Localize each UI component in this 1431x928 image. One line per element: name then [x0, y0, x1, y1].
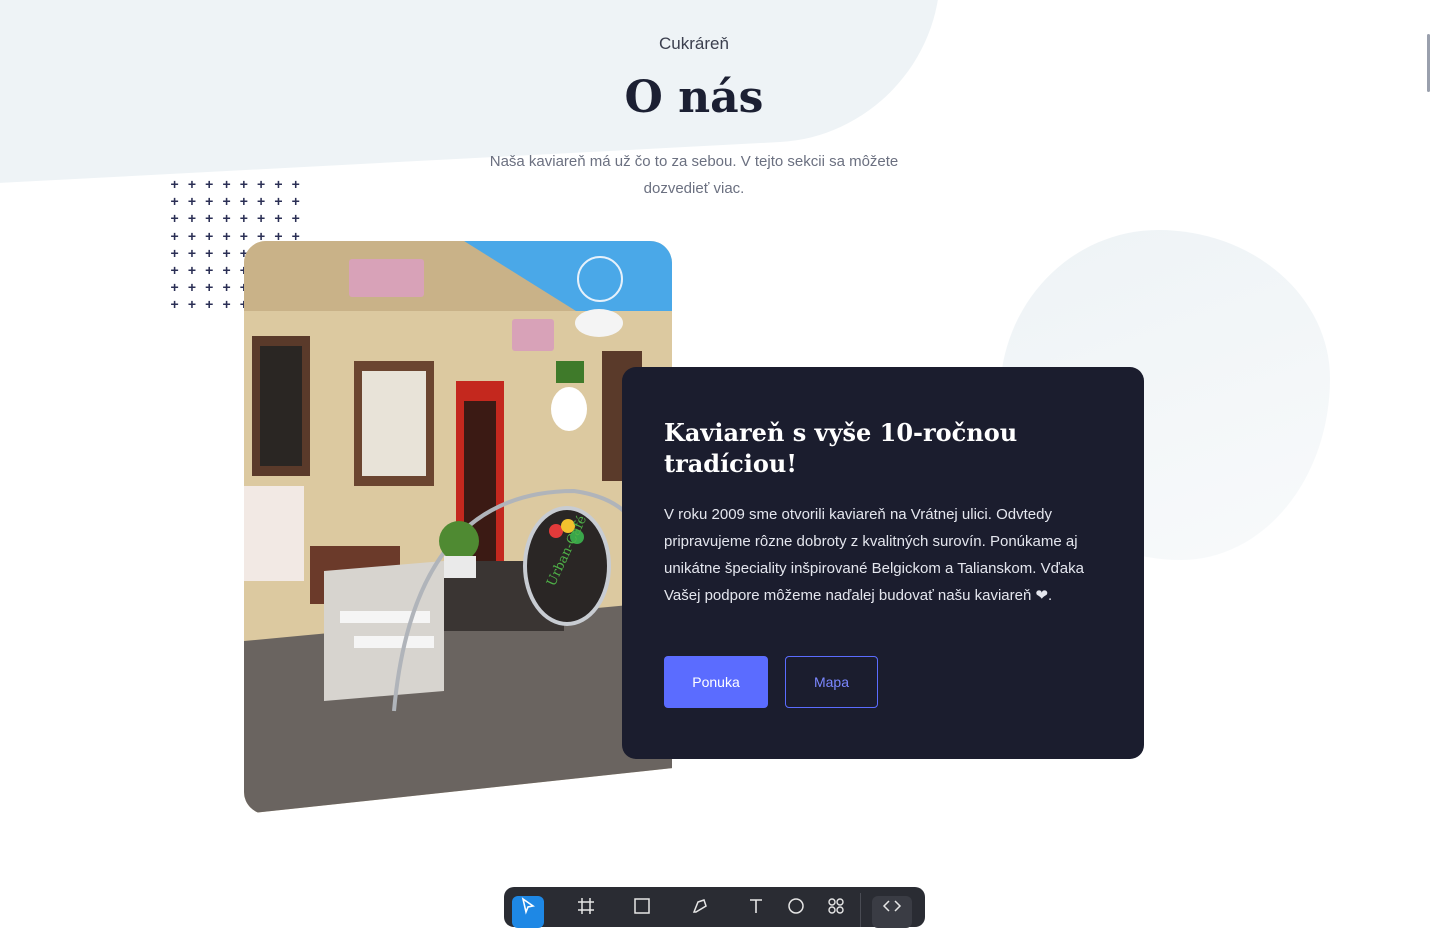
- code-icon[interactable]: [872, 896, 912, 928]
- pen-icon[interactable]: [684, 896, 716, 928]
- section-description: Naša kaviareň má už čo to za sebou. V te…: [489, 153, 899, 197]
- frame-icon[interactable]: [570, 896, 602, 928]
- design-toolbar: [504, 887, 925, 928]
- text-icon[interactable]: [740, 896, 772, 928]
- scrollbar-thumb[interactable]: [1427, 34, 1430, 92]
- menu-button[interactable]: Ponuka: [664, 656, 768, 708]
- card-text: V roku 2009 sme otvorili kaviareň na Vrá…: [664, 506, 1084, 604]
- components-icon[interactable]: [820, 896, 852, 928]
- about-card: Kaviareň s vyše 10-ročnou tradíciou! V r…: [622, 367, 1144, 759]
- comment-icon[interactable]: [780, 896, 812, 928]
- section-title: O nás: [624, 72, 764, 123]
- section-eyebrow: Cukráreň: [659, 34, 729, 53]
- toolbar-divider: [860, 893, 861, 927]
- card-title: Kaviareň s vyše 10-ročnou tradíciou!: [664, 418, 1018, 478]
- pointer-icon[interactable]: [512, 896, 544, 928]
- rectangle-icon[interactable]: [626, 896, 658, 928]
- map-button[interactable]: Mapa: [785, 656, 878, 708]
- cafe-storefront-photo: Urban-Café: [244, 241, 672, 814]
